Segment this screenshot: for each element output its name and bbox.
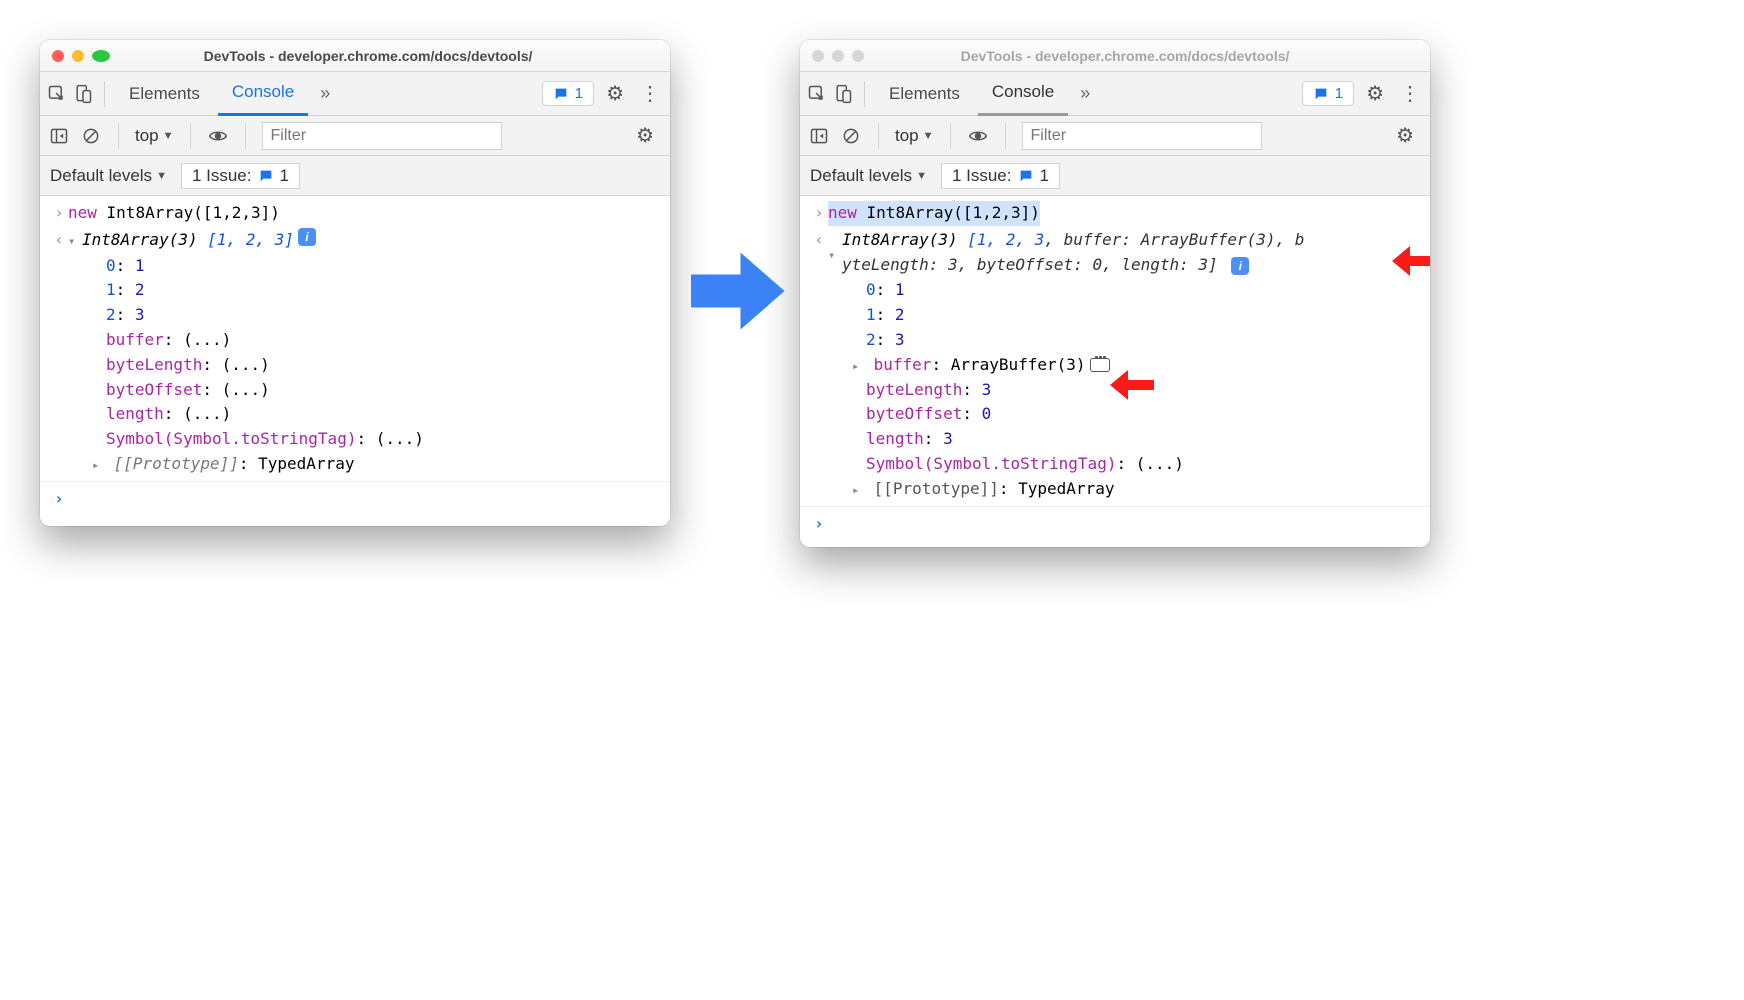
titlebar[interactable]: DevTools - developer.chrome.com/docs/dev… bbox=[800, 40, 1430, 72]
console-subtoolbar: Default levels ▼ 1 Issue: 1 bbox=[40, 156, 670, 196]
disclosure-icon[interactable] bbox=[68, 228, 80, 253]
traffic-lights[interactable] bbox=[52, 50, 110, 62]
issues-badge[interactable]: 1 bbox=[1302, 81, 1354, 106]
input-row: › new Int8Array([1,2,3]) bbox=[40, 200, 670, 227]
main-tabbar: Elements Console » 1 ⚙︎ ⋮ bbox=[40, 72, 670, 116]
zoom-dot[interactable] bbox=[92, 50, 110, 62]
output-summary[interactable]: ‹ Int8Array(3) [1, 2, 3, buffer: ArrayBu… bbox=[800, 227, 1430, 279]
prop-row[interactable]: 2: 3 bbox=[800, 328, 1430, 353]
minimize-dot[interactable] bbox=[832, 50, 844, 62]
prop-row[interactable]: 0: 1 bbox=[40, 254, 670, 279]
tab-console[interactable]: Console bbox=[978, 72, 1068, 116]
annotation-arrow-icon bbox=[1392, 246, 1430, 276]
prop-row[interactable]: 1: 2 bbox=[800, 303, 1430, 328]
info-icon[interactable]: i bbox=[298, 228, 316, 246]
prop-row[interactable]: Symbol(Symbol.toStringTag): (...) bbox=[800, 452, 1430, 477]
inspect-icon[interactable] bbox=[806, 83, 828, 105]
filter-input[interactable] bbox=[262, 122, 502, 150]
output-summary[interactable]: ‹ Int8Array(3) [1, 2, 3] i bbox=[40, 227, 670, 254]
prompt-row[interactable]: › bbox=[40, 486, 670, 513]
prop-row[interactable]: 2: 3 bbox=[40, 303, 670, 328]
close-dot[interactable] bbox=[812, 50, 824, 62]
proto-row[interactable]: [[Prototype]]: TypedArray bbox=[40, 452, 670, 477]
clear-console-icon[interactable] bbox=[840, 125, 862, 147]
disclosure-icon[interactable] bbox=[852, 477, 864, 502]
console-toolbar: top▼ ⚙︎ bbox=[40, 116, 670, 156]
filter-input[interactable] bbox=[1022, 122, 1262, 150]
live-expression-icon[interactable] bbox=[967, 125, 989, 147]
memory-inspector-icon[interactable] bbox=[1090, 358, 1110, 372]
execution-context-dropdown[interactable]: top▼ bbox=[895, 126, 934, 146]
prop-row[interactable]: length: (...) bbox=[40, 402, 670, 427]
settings-icon[interactable]: ⚙︎ bbox=[598, 81, 632, 106]
prop-row[interactable]: Symbol(Symbol.toStringTag): (...) bbox=[40, 427, 670, 452]
kebab-menu-icon[interactable]: ⋮ bbox=[636, 81, 664, 106]
prop-row[interactable]: length: 3 bbox=[800, 427, 1430, 452]
more-tabs-icon[interactable]: » bbox=[312, 83, 338, 104]
tab-console[interactable]: Console bbox=[218, 72, 308, 116]
window-title: DevTools - developer.chrome.com/docs/dev… bbox=[872, 48, 1418, 64]
device-toggle-icon[interactable] bbox=[72, 83, 94, 105]
disclosure-icon[interactable] bbox=[828, 242, 840, 267]
input-row: › new Int8Array([1,2,3]) bbox=[800, 200, 1430, 227]
main-tabbar: Elements Console » 1 ⚙︎ ⋮ bbox=[800, 72, 1430, 116]
console-settings-icon[interactable]: ⚙︎ bbox=[628, 123, 662, 148]
annotation-arrow-icon bbox=[1110, 370, 1154, 400]
sidebar-toggle-icon[interactable] bbox=[808, 125, 830, 147]
prop-row[interactable]: 0: 1 bbox=[800, 278, 1430, 303]
tab-elements[interactable]: Elements bbox=[115, 72, 214, 116]
zoom-dot[interactable] bbox=[852, 50, 864, 62]
console-body[interactable]: › new Int8Array([1,2,3]) ‹ Int8Array(3) … bbox=[40, 196, 670, 526]
traffic-lights[interactable] bbox=[812, 50, 864, 62]
inspect-icon[interactable] bbox=[46, 83, 68, 105]
proto-row[interactable]: [[Prototype]]: TypedArray bbox=[800, 477, 1430, 502]
prop-row[interactable]: byteOffset: 0 bbox=[800, 402, 1430, 427]
console-subtoolbar: Default levels ▼ 1 Issue: 1 bbox=[800, 156, 1430, 196]
issues-counter[interactable]: 1 Issue: 1 bbox=[181, 163, 300, 189]
info-icon[interactable]: i bbox=[1231, 257, 1249, 275]
execution-context-dropdown[interactable]: top▼ bbox=[135, 126, 174, 146]
minimize-dot[interactable] bbox=[72, 50, 84, 62]
transition-arrow-icon bbox=[680, 236, 790, 351]
levels-dropdown[interactable]: Default levels ▼ bbox=[50, 166, 167, 186]
more-tabs-icon[interactable]: » bbox=[1072, 83, 1098, 104]
devtools-window-after: DevTools - developer.chrome.com/docs/dev… bbox=[800, 40, 1430, 547]
console-toolbar: top▼ ⚙︎ bbox=[800, 116, 1430, 156]
prop-row[interactable]: buffer: (...) bbox=[40, 328, 670, 353]
sidebar-toggle-icon[interactable] bbox=[48, 125, 70, 147]
prop-row[interactable]: byteOffset: (...) bbox=[40, 378, 670, 403]
settings-icon[interactable]: ⚙︎ bbox=[1358, 81, 1392, 106]
live-expression-icon[interactable] bbox=[207, 125, 229, 147]
titlebar[interactable]: DevTools - developer.chrome.com/docs/dev… bbox=[40, 40, 670, 72]
disclosure-icon[interactable] bbox=[852, 353, 864, 378]
tab-elements[interactable]: Elements bbox=[875, 72, 974, 116]
device-toggle-icon[interactable] bbox=[832, 83, 854, 105]
kebab-menu-icon[interactable]: ⋮ bbox=[1396, 81, 1424, 106]
disclosure-icon[interactable] bbox=[92, 452, 104, 477]
levels-dropdown[interactable]: Default levels ▼ bbox=[810, 166, 927, 186]
prop-row[interactable]: 1: 2 bbox=[40, 278, 670, 303]
prompt-row[interactable]: › bbox=[800, 511, 1430, 538]
close-dot[interactable] bbox=[52, 50, 64, 62]
prop-row[interactable]: byteLength: (...) bbox=[40, 353, 670, 378]
issues-badge[interactable]: 1 bbox=[542, 81, 594, 106]
clear-console-icon[interactable] bbox=[80, 125, 102, 147]
devtools-window-before: DevTools - developer.chrome.com/docs/dev… bbox=[40, 40, 670, 526]
issues-counter[interactable]: 1 Issue: 1 bbox=[941, 163, 1060, 189]
console-settings-icon[interactable]: ⚙︎ bbox=[1388, 123, 1422, 148]
window-title: DevTools - developer.chrome.com/docs/dev… bbox=[118, 48, 658, 64]
